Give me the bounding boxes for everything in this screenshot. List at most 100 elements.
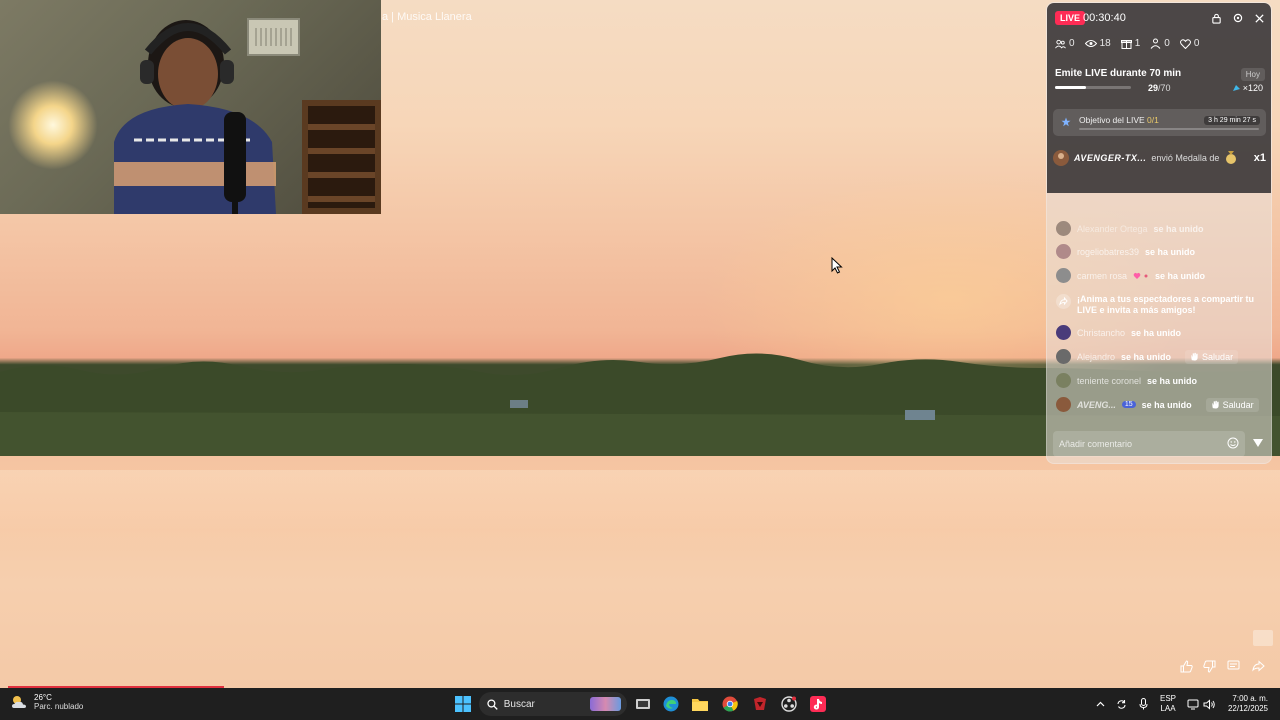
goal-title: Emite LIVE durante 70 min xyxy=(1055,68,1182,79)
chat-item: AVENG... 15 se ha unido Saludar xyxy=(1056,397,1259,412)
thumbnail[interactable] xyxy=(1253,630,1273,646)
language-bottom: LAA xyxy=(1160,704,1176,713)
chat-username[interactable]: Christancho xyxy=(1077,328,1125,338)
taskbar-search[interactable] xyxy=(479,692,627,716)
live-stats: 0 18 1 0 0 xyxy=(1055,38,1199,49)
webcam-overlay xyxy=(0,0,381,214)
send-icon[interactable] xyxy=(1252,437,1264,449)
wave-hand-icon xyxy=(1191,352,1198,361)
clock-date: 22/12/2025 xyxy=(1227,704,1268,713)
clock[interactable]: 7:00 a. m. 22/12/2025 xyxy=(1222,694,1268,714)
volume-icon[interactable] xyxy=(1202,688,1216,720)
gift-notification: AVENGER-TX... envió Medalla de x1 xyxy=(1053,148,1266,168)
live-objective[interactable]: Objetivo del LIVE 0/1 3 h 29 min 27 s xyxy=(1053,109,1266,136)
taskbar: 26°C Parc. nublado ESP LAA xyxy=(0,688,1280,720)
objective-label-text: Objetivo del LIVE xyxy=(1079,115,1148,125)
chat-action: se ha unido xyxy=(1147,375,1198,386)
live-badge: LIVE xyxy=(1055,11,1086,25)
avatar xyxy=(1056,268,1071,283)
mouse-cursor-icon xyxy=(831,257,843,274)
chat-username[interactable]: rogeliobatres39 xyxy=(1077,247,1139,257)
stat-gifts[interactable]: 1 xyxy=(1120,38,1140,49)
search-highlight-image xyxy=(589,697,621,711)
chat-action: se ha unido xyxy=(1153,223,1204,234)
stat-shares[interactable]: 0 xyxy=(1150,38,1170,49)
objective-time-left: 3 h 29 min 27 s xyxy=(1204,116,1260,125)
share-icon[interactable] xyxy=(1249,657,1267,675)
sync-icon[interactable] xyxy=(1114,688,1128,720)
emoji-icon[interactable] xyxy=(1227,437,1239,449)
chrome-icon[interactable] xyxy=(720,694,740,714)
goal-reward: ×120 xyxy=(1232,83,1263,93)
partly-cloudy-icon xyxy=(12,696,26,708)
windows-start-icon[interactable] xyxy=(453,694,473,714)
streamer xyxy=(114,20,276,214)
task-view-icon[interactable] xyxy=(633,694,653,714)
greet-button[interactable]: Saludar xyxy=(1205,397,1259,412)
stat-likes[interactable]: 0 xyxy=(1179,38,1199,49)
comment-field[interactable] xyxy=(1053,431,1245,457)
gift-sender[interactable]: AVENGER-TX... xyxy=(1074,153,1146,163)
goal-progress-fill xyxy=(1055,86,1087,89)
greet-button[interactable]: Saludar xyxy=(1185,349,1239,364)
chat-action: se ha unido xyxy=(1145,246,1196,257)
goal-total: /70 xyxy=(1158,83,1171,93)
gift-message: envió Medalla de xyxy=(1151,153,1220,163)
chat-action: se ha unido xyxy=(1121,351,1172,362)
chat-username[interactable]: carmen rosa xyxy=(1077,271,1127,281)
invite-message: ¡Anima a tus espectadores a compartir tu… xyxy=(1056,294,1261,316)
avatar xyxy=(1056,244,1071,259)
weather-widget[interactable]: 26°C Parc. nublado xyxy=(10,693,83,711)
comments-icon[interactable] xyxy=(1224,657,1242,675)
chat-item: Alejandro se ha unido Saludar xyxy=(1056,349,1239,364)
weather-description: Parc. nublado xyxy=(34,702,84,711)
language-indicator[interactable]: ESP LAA xyxy=(1160,694,1176,714)
chat-list[interactable]: Alexander Ortega se ha unido rogeliobatr… xyxy=(1047,217,1271,417)
media-app-icon[interactable] xyxy=(750,694,770,714)
obs-icon[interactable] xyxy=(779,694,799,714)
stat-views[interactable]: 18 xyxy=(1084,38,1111,49)
eye-icon xyxy=(1084,40,1097,47)
chat-item: Alexander Ortega se ha unido xyxy=(1056,221,1204,236)
search-input[interactable] xyxy=(503,698,584,710)
chat-username[interactable]: Alexander Ortega xyxy=(1077,224,1148,234)
chat-username[interactable]: teniente coronel xyxy=(1077,376,1141,386)
coin-icon xyxy=(1232,84,1240,91)
greet-label: Saludar xyxy=(1222,399,1254,410)
chevron-up-icon[interactable] xyxy=(1093,688,1107,720)
lamp-light xyxy=(8,80,98,170)
like-icon[interactable] xyxy=(1177,657,1195,675)
microphone-icon[interactable] xyxy=(1136,688,1150,720)
stat-shares-value: 0 xyxy=(1164,38,1170,49)
comment-input[interactable] xyxy=(1059,436,1219,452)
avatar xyxy=(1056,373,1071,388)
goal-count: 29/70 xyxy=(1148,83,1171,93)
file-explorer-icon[interactable] xyxy=(690,694,710,714)
network-icon[interactable] xyxy=(1186,688,1200,720)
wave-hand-icon xyxy=(1212,400,1219,409)
objective-count: 0/1 xyxy=(1147,115,1159,125)
invite-text: ¡Anima a tus espectadores a compartir tu… xyxy=(1077,294,1255,315)
river-sheen xyxy=(0,470,1280,530)
chat-item: teniente coronel se ha unido xyxy=(1056,373,1197,388)
heart-emoji-icon xyxy=(1133,272,1148,279)
avatar xyxy=(1056,397,1071,412)
chat-username[interactable]: Alejandro xyxy=(1077,352,1115,362)
share-icon xyxy=(1056,294,1071,309)
edge-browser-icon[interactable] xyxy=(661,694,681,714)
gift-multiplier: x1 xyxy=(1253,152,1266,164)
settings-icon[interactable] xyxy=(1231,11,1245,25)
tiktok-live-studio-icon[interactable] xyxy=(808,694,828,714)
level-badge: 15 xyxy=(1121,401,1136,408)
stat-views-value: 18 xyxy=(1099,38,1111,49)
goal-progress-bar xyxy=(1055,86,1131,89)
chat-username[interactable]: AVENG... xyxy=(1077,400,1116,410)
live-timer: 00:30:40 xyxy=(1083,12,1126,24)
stat-users[interactable]: 0 xyxy=(1055,38,1075,49)
avatar xyxy=(1056,221,1071,236)
language-top: ESP xyxy=(1160,694,1177,703)
dislike-icon[interactable] xyxy=(1200,657,1218,675)
lock-icon[interactable] xyxy=(1209,11,1223,25)
close-icon[interactable] xyxy=(1252,11,1266,25)
gift-icon xyxy=(1120,40,1132,49)
